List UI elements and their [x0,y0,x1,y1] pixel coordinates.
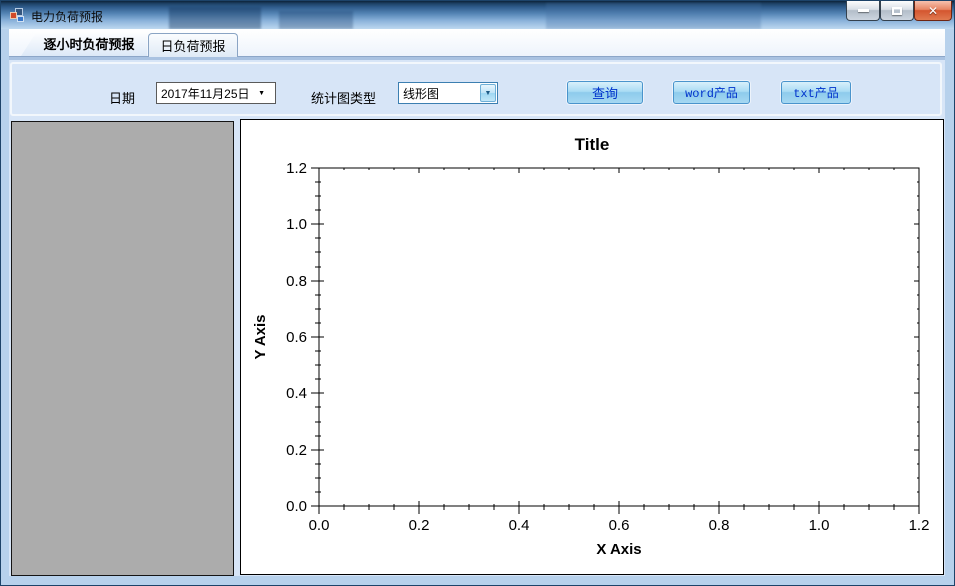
svg-text:0.6: 0.6 [609,517,630,534]
chart-type-label: 统计图类型 [311,91,377,106]
chart-type-dropdown-button[interactable]: ▼ [480,84,496,102]
svg-text:0.8: 0.8 [286,273,307,290]
chevron-down-icon: ▼ [484,89,492,97]
svg-text:Y Axis: Y Axis [252,314,269,359]
minimize-button[interactable] [846,1,880,21]
line-chart: 0.0 0.2 0.4 0.6 0.8 1.0 1.2 0.0 0.2 0.4 0.6 0.8 1.0 1… [241,120,943,574]
titlebar-glass-reflection [546,3,761,29]
maximize-button[interactable] [880,1,914,21]
svg-text:1.2: 1.2 [909,517,930,534]
chevron-down-icon: ▼ [258,90,265,97]
svg-text:1.0: 1.0 [286,216,307,233]
svg-text:X Axis: X Axis [596,541,641,558]
titlebar-glass-reflection [279,11,353,29]
date-dropdown-value: 2017年11月25日 [161,86,250,101]
svg-text:0.6: 0.6 [286,329,307,346]
window-title: 电力负荷预报 [31,10,104,24]
word-product-button[interactable]: word产品 [673,81,750,104]
svg-text:0.2: 0.2 [286,442,307,459]
svg-text:0.2: 0.2 [409,517,430,534]
svg-text:0.4: 0.4 [286,385,307,402]
txt-product-button[interactable]: txt产品 [781,81,851,104]
close-button[interactable]: ✕ [914,1,952,21]
maximize-icon [892,6,902,15]
query-button-label: 查询 [591,86,618,101]
svg-text:1.0: 1.0 [809,517,830,534]
minimize-icon [857,9,869,12]
txt-product-button-label: txt产品 [793,87,839,101]
svg-text:Title: Title [575,135,610,154]
tab-hourly-load-forecast[interactable]: 逐小时负荷预报 [21,31,147,56]
app-icon [9,7,25,23]
svg-text:0.4: 0.4 [509,517,530,534]
titlebar-glass-reflection [169,7,261,29]
close-icon: ✕ [927,3,939,18]
chart-panel[interactable]: 0.0 0.2 0.4 0.6 0.8 1.0 1.2 0.0 0.2 0.4 0.6 0.8 1.0 1… [240,119,944,575]
chart-type-dropdown[interactable]: 线形图 ▼ [398,82,498,104]
svg-text:0.8: 0.8 [709,517,730,534]
client-area: 逐小时负荷预报 日负荷预报 日期 2017年11月25日 ▼ 统计图类型 线形图… [9,29,945,576]
date-label: 日期 [109,91,136,106]
svg-text:0.0: 0.0 [309,517,330,534]
query-button[interactable]: 查询 [567,81,643,104]
svg-text:0.0: 0.0 [286,498,307,515]
date-dropdown[interactable]: 2017年11月25日 ▼ [156,82,276,104]
tab-label: 逐小时负荷预报 [43,37,135,52]
tab-label: 日负荷预报 [160,39,226,54]
svg-text:1.2: 1.2 [286,160,307,177]
chart-type-dropdown-value: 线形图 [403,86,440,101]
word-product-button-label: word产品 [685,87,738,101]
titlebar[interactable]: 电力负荷预报 ✕ [1,1,954,29]
app-window: 电力负荷预报 ✕ 逐小时负荷预报 日负荷预报 日期 2017年11月25日 ▼ … [0,0,955,586]
left-placeholder-panel [11,121,234,576]
tab-daily-load-forecast[interactable]: 日负荷预报 [148,33,238,57]
